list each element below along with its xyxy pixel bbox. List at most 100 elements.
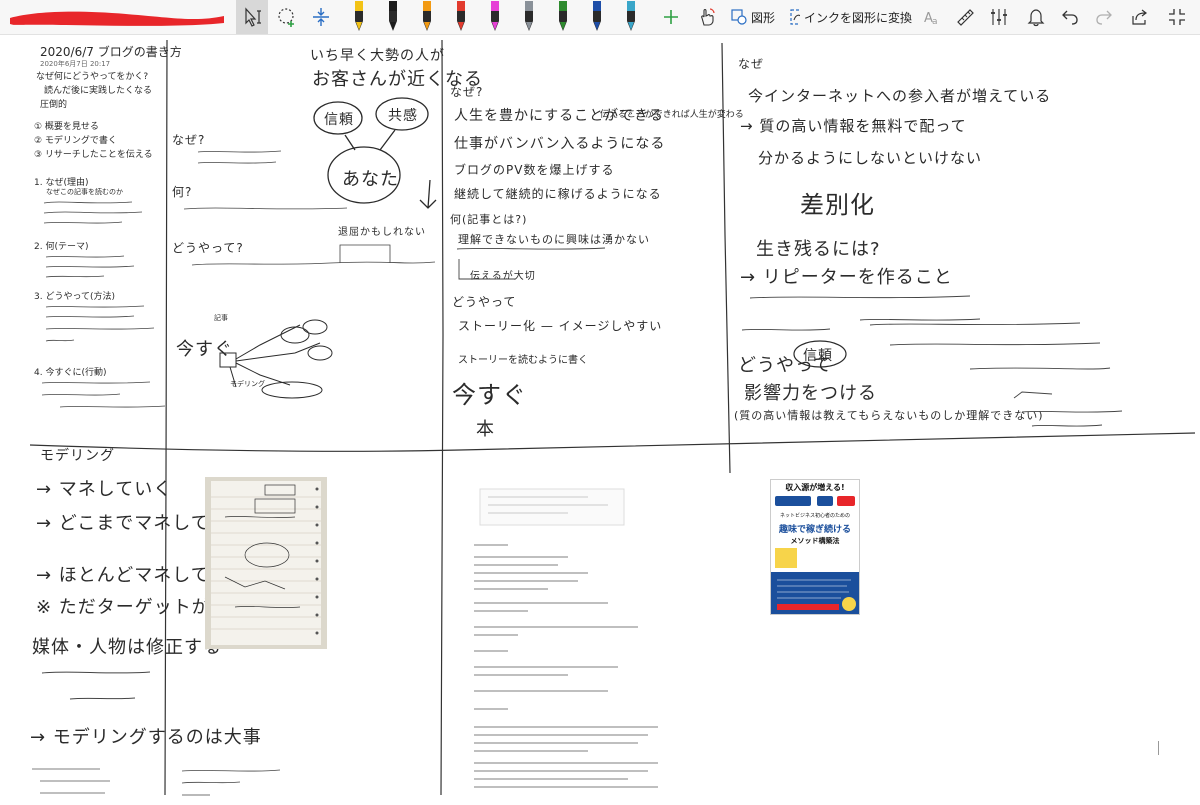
blog-document-screenshot[interactable] (468, 487, 678, 797)
note-canvas[interactable]: 2020/6/7 ブログの書き方 2020年6月7日 20:17 なぜ何にどうや… (0, 35, 1200, 800)
col3-douyatte: どうやって (452, 295, 517, 309)
share-button[interactable] (1126, 0, 1154, 34)
ebook-subtitle: ネットビジネス初心者のための (779, 513, 850, 519)
collapse-fullscreen-button[interactable] (1162, 0, 1192, 34)
col4-survive: 生き残るには? (756, 239, 881, 260)
touch-drawing-button[interactable] (692, 0, 722, 34)
ebook-cover-art (771, 548, 859, 614)
col1-line: ② モデリングで書く (34, 136, 117, 146)
col3-story: ストーリー化 — イメージしやすい (458, 319, 663, 333)
touch-hand-icon (701, 8, 715, 26)
bubble-you: あなた (342, 169, 399, 190)
col2-scribble (197, 150, 282, 164)
ink-to-math-button[interactable]: A a (918, 0, 946, 34)
pen-icon (593, 1, 601, 31)
col4-trust: 信頼 (803, 348, 833, 364)
bubble-diagram (313, 97, 437, 209)
pen-icon (355, 1, 363, 31)
col3-hon: 本 (476, 419, 495, 440)
col1-scribble (45, 255, 135, 278)
col3-line: ブログのPV数を爆上げする (454, 163, 615, 177)
modeling-title: モデリング (40, 448, 115, 464)
modeling-line: → モデリングするのは大事 (30, 727, 262, 748)
modeling-line: 媒体・人物は修正する (32, 637, 222, 658)
col2-bottom-scribble (181, 769, 281, 796)
insert-space-button[interactable] (306, 0, 336, 34)
ink-toolbar: 図形 インクを図形に変換 A a (0, 0, 1200, 35)
notebook-photo[interactable] (205, 477, 327, 649)
col2-scribble (183, 207, 348, 210)
sliders-icon (991, 9, 1007, 25)
col3-naze: なぜ? (450, 85, 484, 99)
collapse-icon (1169, 9, 1185, 25)
pen-icon (389, 1, 397, 31)
notifications-button[interactable] (1022, 0, 1050, 34)
pen-button[interactable] (344, 0, 374, 34)
col1-line: ① 概要を見せる (34, 122, 99, 132)
ink-to-shape-button[interactable]: インクを図形に変換 (790, 0, 912, 34)
modeling-line: → マネしていく (36, 479, 173, 500)
col4-influence: 影響力をつける (744, 383, 877, 404)
col3-story-sub: ストーリーを読むように書く (458, 355, 588, 366)
page-title-redacted (4, 0, 230, 34)
ebook-banner: 収入源が増える! (785, 483, 845, 492)
col1-scribble (41, 381, 166, 408)
pen-button[interactable] (582, 0, 612, 34)
ebook-title: 趣味で稼ぎ続ける (778, 525, 851, 535)
bell-icon (1027, 9, 1045, 27)
col3-side-note: 伝えることができれば人生が変わる (600, 110, 744, 120)
redo-button[interactable] (1090, 0, 1118, 34)
note-title: 2020/6/7 ブログの書き方 (40, 45, 182, 59)
pen-icon (457, 1, 465, 31)
pen-button[interactable] (514, 0, 544, 34)
col4-quality-note: (質の高い情報は教えてもらえないものしか理解できない) (734, 409, 1044, 422)
scroll-indicator[interactable] (1157, 741, 1161, 755)
bubble-empathy: 共感 (388, 108, 418, 124)
pen-button[interactable] (412, 0, 442, 34)
pen-icon (627, 1, 635, 31)
pen-icon (559, 1, 567, 31)
lasso-select-icon (278, 8, 294, 27)
adjust-lines-button[interactable] (984, 0, 1014, 34)
ruler-button[interactable] (950, 0, 980, 34)
ruler-icon (957, 9, 974, 26)
shapes-icon (731, 9, 747, 25)
notebook-photo-art (205, 477, 327, 649)
shapes-button[interactable]: 図形 (728, 0, 778, 34)
col3-nani: 何(記事とは?) (450, 213, 528, 226)
ebook-badges (775, 496, 855, 506)
ink-to-shape-label: インクを図形に変換 (803, 10, 912, 25)
ebook-cover[interactable]: 収入源が増える! ネットビジネス初心者のための 趣味で稼ぎ続ける メソッド構築法 (770, 479, 860, 615)
plus-icon (664, 10, 678, 24)
col1-scribble (45, 305, 155, 342)
bottom-printed-list (32, 768, 110, 794)
ink-to-text-icon: A a (924, 11, 938, 27)
col1-line: 読んだ後に実践したくなる (44, 86, 153, 96)
mini-label: モデリング (230, 380, 265, 388)
col3-ima: 今すぐ (452, 381, 527, 409)
col2-scribble (191, 244, 436, 266)
highlighter-icon (491, 1, 499, 31)
col1-line: なぜこの記事を読むのか (46, 188, 123, 196)
lasso-select-button[interactable] (272, 0, 302, 34)
pen-button[interactable] (378, 0, 408, 34)
text-select-tool-button[interactable] (236, 0, 268, 34)
pen-icon (525, 1, 533, 31)
col2-line: いち早く大勢の人が (310, 48, 445, 64)
add-pen-button[interactable] (658, 0, 684, 34)
redacted-title-marker (10, 11, 224, 26)
col4-line: 今インターネットへの参入者が増えている (748, 87, 1052, 105)
pen-button[interactable] (480, 0, 510, 34)
col2-nani: 何? (172, 185, 193, 199)
document-art (474, 488, 658, 788)
note-date: 2020年6月7日 20:17 (40, 60, 111, 68)
col4-scribble (869, 322, 1111, 370)
col1-line: なぜ何にどうやってをかく? (36, 72, 149, 82)
col3-line: 仕事がバンバン入るようになる (454, 136, 666, 152)
insert-space-icon (313, 8, 329, 26)
undo-button[interactable] (1056, 0, 1084, 34)
pen-button[interactable] (616, 0, 646, 34)
pen-button[interactable] (446, 0, 476, 34)
cursor-text-select-icon (245, 7, 261, 27)
pen-button[interactable] (548, 0, 578, 34)
